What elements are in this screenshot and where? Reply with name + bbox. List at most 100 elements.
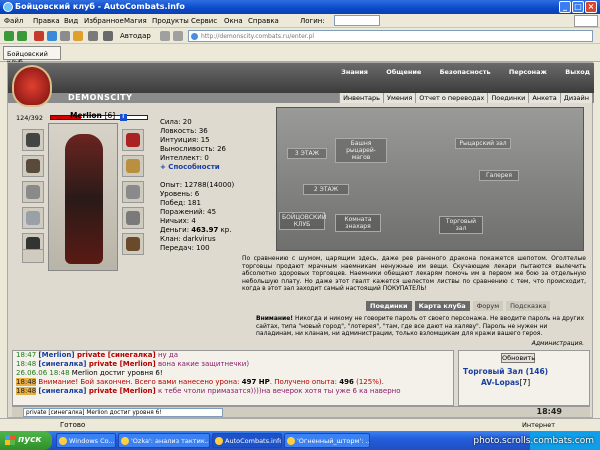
nav-knowledge[interactable]: Знания [341,68,368,76]
status-bar: Готово Интернет [0,418,600,431]
subnav-design[interactable]: Дизайн [559,93,592,103]
battle-exp-label: . Получено опыта: [269,378,340,386]
task-item[interactable]: Windows Co... [56,433,116,448]
subnav-fights[interactable]: Поединки [487,93,528,103]
menu-magic[interactable]: Магия [124,17,147,25]
subnav-skills[interactable]: Умения [382,93,415,103]
pages-icon[interactable] [160,31,170,41]
maximize-button[interactable]: □ [572,1,584,13]
boots-icon [126,237,140,251]
character-nick[interactable]: Merlion [70,111,102,120]
stat-intuition: Интуиция: 15 [160,136,210,144]
task-label: AutoCombats.info [225,437,282,445]
boots-slot[interactable] [122,233,144,255]
nav-social[interactable]: Общение [386,68,421,76]
online-user[interactable]: AV-Lopas[7] [481,378,530,387]
map-floor2[interactable]: 2 ЭТАЖ [303,184,349,195]
dropdown-icon[interactable] [173,31,183,41]
menu-file[interactable]: Файл [4,17,23,25]
money-label: Деньги: [160,226,192,234]
amulet-icon [26,159,40,173]
favorites-icon[interactable] [73,31,83,41]
gloves-slot[interactable] [22,249,44,263]
sword-icon [26,185,40,199]
map-floor3[interactable]: 3 ЭТАЖ [287,148,327,159]
task-item-active[interactable]: AutoCombats.info [212,433,282,448]
security-zone: Интернет [522,421,556,429]
chat-line: 26.06.06 18:48 Merlion достиг уровня 6! [13,369,453,378]
nav-character[interactable]: Персонаж [509,68,547,76]
menu-favorites[interactable]: Избранное [84,17,124,25]
start-button[interactable]: пуск [0,431,52,450]
window-titlebar: Бойцовский клуб - AutoCombats.info _ □ × [0,0,600,14]
map-club[interactable]: БОЙЦОВСКИЙ КЛУБ [279,212,326,230]
map-knights-hall[interactable]: Рыцарский зал [455,138,511,149]
online-user-name[interactable]: AV-Lopas [481,378,520,387]
refresh-button[interactable]: Обновить [501,353,535,363]
chat-input-bar: private [синегалка] Merlion достиг уровн… [12,406,590,417]
subnav-inventory[interactable]: Инвентарь [339,93,383,103]
menu-view[interactable]: Вид [64,17,78,25]
chat-private[interactable]: private [Merlion] [86,360,156,368]
map-gallery[interactable]: Галерея [479,170,519,181]
subnav-profile[interactable]: Анкета [528,93,559,103]
chat-input[interactable]: private [синегалка] Merlion достиг уровн… [23,408,223,417]
print-icon[interactable] [88,31,98,41]
menu-products[interactable]: Продукты [152,17,189,25]
subnav-transfers[interactable]: Отчет о переводах [415,93,487,103]
refresh-icon[interactable] [47,31,57,41]
task-item[interactable]: 'Огненный_шторм': ... [284,433,370,448]
map-healer-room[interactable]: Комната знахаря [335,214,381,232]
earring-slot[interactable] [122,129,144,151]
chat-line: 18:48 [синегалка] private [Merlion] вона… [13,360,453,369]
login-field[interactable] [334,15,380,26]
home-icon[interactable] [60,31,70,41]
map-trade-hall[interactable]: Торговый зал [439,216,483,234]
app-icon [287,437,295,445]
menu-tools[interactable]: Сервис [191,17,217,25]
autofill-label[interactable]: Автодар [120,32,151,40]
menu-bar: Файл Правка Вид Избранное Магия Продукты… [0,14,600,28]
menu-edit[interactable]: Правка [33,17,60,25]
stat-strength: Сила: 20 [160,118,192,126]
minimize-button[interactable]: _ [559,1,571,13]
shield-slot[interactable] [122,207,144,229]
info-icon[interactable]: i [119,114,127,121]
warning-signature: Администрация. [531,340,584,347]
helmet-slot[interactable] [22,129,44,151]
abilities-link[interactable]: + Способности [160,163,234,172]
ring-slot[interactable] [122,155,144,177]
battle-exp: 496 [339,378,354,386]
menu-windows[interactable]: Окна [224,17,243,25]
menu-help[interactable]: Справка [248,17,279,25]
chat-sender[interactable]: [синегалка] [38,360,86,368]
tools-icon[interactable] [103,31,113,41]
stat-intellect: Интеллект: 0 [160,154,209,162]
hint-button[interactable]: Подсказка [506,301,551,311]
nav-security[interactable]: Безопасность [440,68,491,76]
offhand-slot[interactable] [122,181,144,203]
fights-button[interactable]: Поединки [366,301,412,311]
close-button[interactable]: × [585,1,597,13]
map-knights-tower[interactable]: Башня рыцарей-магов [335,138,387,163]
stat-agility: Ловкость: 36 [160,127,208,135]
chat-sender[interactable]: [синегалка] [38,387,86,395]
armor-slot[interactable] [22,207,44,229]
back-icon[interactable] [4,31,14,41]
forum-button[interactable]: Форум [472,301,504,311]
chat-private[interactable]: private [синегалка] [75,351,156,359]
club-map-button[interactable]: Карта клуба [414,301,470,311]
app-icon [215,437,223,445]
address-bar[interactable]: http://demonscity.combats.ru/enter.pl [188,30,593,42]
task-item[interactable]: 'Ozka': анализ тактик... [118,433,210,448]
forward-icon[interactable] [17,31,27,41]
amulet-slot[interactable] [22,155,44,177]
nav-exit[interactable]: Выход [565,68,590,76]
browser-icon [3,2,13,12]
chat-sender[interactable]: [Merlion] [38,351,74,359]
stop-icon[interactable] [34,31,44,41]
weapon-slot[interactable] [22,181,44,203]
site-header: Знания Общение Безопасность Персонаж Вых… [8,63,594,93]
tab-fight-club[interactable]: Бойцовский клуб [3,46,61,66]
chat-private[interactable]: private [Merlion] [86,387,156,395]
